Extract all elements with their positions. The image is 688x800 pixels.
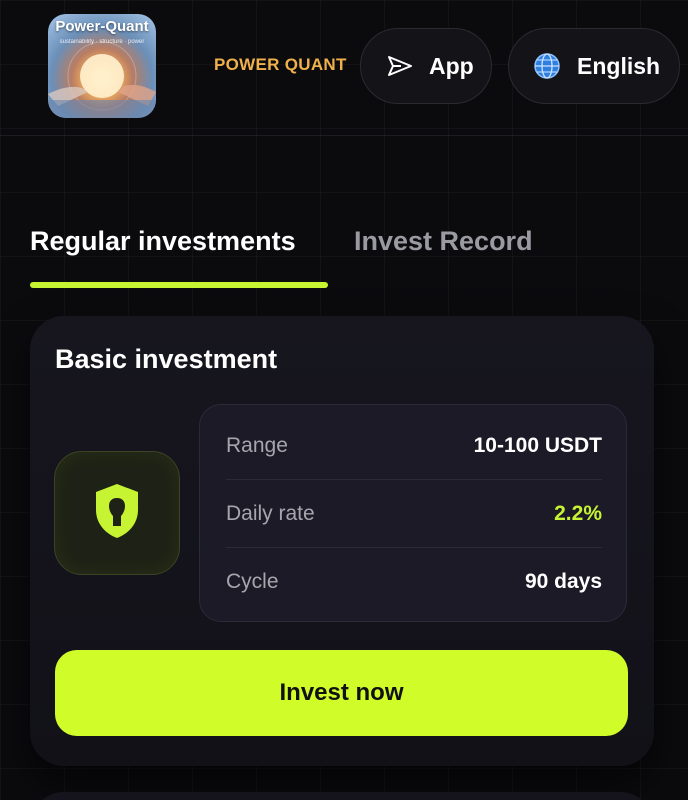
language-label: English <box>577 52 661 79</box>
range-label: Range <box>226 434 288 457</box>
tab-regular-investments[interactable]: Regular investments <box>30 226 296 257</box>
investment-plan-card: Basic investment Range 10-100 USDT Daily… <box>30 316 654 766</box>
app-button-label: App <box>429 52 474 79</box>
detail-row-daily-rate: Daily rate 2.2% <box>226 481 602 548</box>
cycle-value: 90 days <box>524 569 602 593</box>
investment-tabs: Regular investments Invest Record <box>30 226 630 296</box>
plan-icon-box <box>54 451 180 575</box>
plan-title: Basic investment <box>55 344 278 374</box>
top-header: Power-Quant sustainability · structure ·… <box>0 0 688 136</box>
next-plan-card <box>30 792 654 800</box>
app-logo[interactable]: Power-Quant sustainability · structure ·… <box>48 14 156 118</box>
plan-details: Range 10-100 USDT Daily rate 2.2% Cycle … <box>199 404 627 622</box>
range-value: 10-100 USDT <box>473 434 602 457</box>
daily-rate-label: Daily rate <box>226 502 315 525</box>
logo-text: Power-Quant <box>55 18 149 35</box>
logo-subtext: sustainability · structure · power <box>59 39 145 45</box>
tab-invest-record[interactable]: Invest Record <box>354 226 533 257</box>
detail-row-cycle: Cycle 90 days <box>226 548 602 615</box>
daily-rate-value: 2.2% <box>554 502 602 525</box>
invest-now-button[interactable]: Invest now <box>55 650 628 736</box>
send-icon <box>387 55 413 77</box>
app-button[interactable]: App <box>360 28 492 104</box>
shield-icon <box>94 482 140 545</box>
language-selector[interactable]: English <box>508 28 680 104</box>
brand-name: POWER QUANT <box>214 55 347 74</box>
detail-row-range: Range 10-100 USDT <box>226 413 602 480</box>
active-tab-indicator <box>30 282 328 288</box>
cycle-label: Cycle <box>226 569 279 593</box>
globe-icon <box>533 52 561 80</box>
